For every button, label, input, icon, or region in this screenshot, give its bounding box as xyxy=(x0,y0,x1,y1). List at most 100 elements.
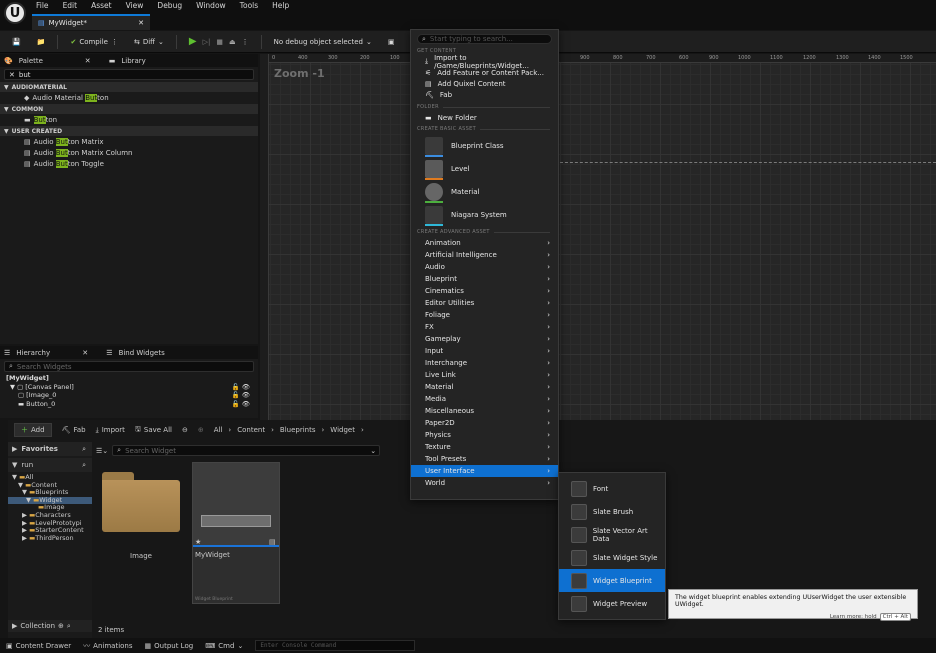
submenu-slate-brush[interactable]: Slate Brush xyxy=(559,500,665,523)
debug-browse-icon[interactable]: ▣ xyxy=(384,33,399,51)
clear-search-icon[interactable]: ✕ xyxy=(9,71,15,79)
submenu-slate-vector-art-data[interactable]: Slate Vector Art Data xyxy=(559,523,665,546)
palette-section-header[interactable]: ▼ COMMON xyxy=(0,104,258,114)
menu-file[interactable]: File xyxy=(36,1,49,10)
palette-section-header[interactable]: ▼ USER CREATED xyxy=(0,126,258,136)
filter-icon[interactable]: ☰⌄ xyxy=(96,447,108,455)
menu-help[interactable]: Help xyxy=(272,1,289,10)
step-icon[interactable]: ▷| xyxy=(203,38,211,46)
menu-miscellaneous[interactable]: Miscellaneous › xyxy=(411,405,558,417)
submenu-slate-widget-style[interactable]: Slate Widget Style xyxy=(559,546,665,569)
designer-canvas[interactable]: 0 400 300 200 100 900 800 700 600 900 10… xyxy=(260,54,936,420)
menu-search-input[interactable]: ⌕ Start typing to search... xyxy=(417,34,552,44)
breadcrumb-blueprints[interactable]: Blueprints xyxy=(280,426,316,434)
document-tab[interactable]: ▤ MyWidget* ✕ xyxy=(32,14,150,30)
menu-add-quixel[interactable]: ▤ Add Quixel Content xyxy=(411,78,558,89)
menu-niagara-system[interactable]: Niagara System xyxy=(411,203,558,226)
lock-eye-icons[interactable]: 🔓 👁 xyxy=(232,400,250,409)
save-all-button[interactable]: 🖫 Save All xyxy=(135,425,172,436)
menu-new-folder[interactable]: ▬ New Folder xyxy=(411,112,558,123)
favorite-star-icon[interactable]: ★ xyxy=(195,538,201,546)
menu-media[interactable]: Media › xyxy=(411,393,558,405)
tree-canvas-panel[interactable]: ▼ ▢ [Canvas Panel] 🔓 👁 xyxy=(6,383,258,392)
breadcrumb-content[interactable]: Content xyxy=(237,426,265,434)
add-collection-icon[interactable]: ⊕ xyxy=(58,622,64,630)
menu-material[interactable]: Material › xyxy=(411,381,558,393)
menu-audio[interactable]: Audio › xyxy=(411,261,558,273)
hierarchy-tab[interactable]: Hierarchy xyxy=(16,349,76,357)
collection-row[interactable]: ▶ Collection ⊕ ⌕ xyxy=(8,620,92,632)
menu-editor-utilities[interactable]: Editor Utilities › xyxy=(411,297,558,309)
menu-texture[interactable]: Texture › xyxy=(411,441,558,453)
debug-object-select[interactable]: No debug object selected ⌄ xyxy=(270,33,376,51)
menu-level[interactable]: Level xyxy=(411,157,558,180)
forward-icon[interactable]: ⊕ xyxy=(198,426,204,434)
menu-window[interactable]: Window xyxy=(196,1,226,10)
close-hierarchy-icon[interactable]: ✕ xyxy=(82,349,100,357)
folder-thirdperson[interactable]: ▶ ▬ThirdPerson xyxy=(8,534,92,543)
palette-tab[interactable]: Palette xyxy=(19,57,79,65)
menu-paper2d[interactable]: Paper2D › xyxy=(411,417,558,429)
menu-tool-presets[interactable]: Tool Presets › xyxy=(411,453,558,465)
tree-root[interactable]: [MyWidget] xyxy=(6,374,258,383)
add-button[interactable]: ＋ Add xyxy=(14,423,52,437)
menu-interchange[interactable]: Interchange › xyxy=(411,357,558,369)
save-icon[interactable]: 💾 xyxy=(8,33,25,51)
menu-gameplay[interactable]: Gameplay › xyxy=(411,333,558,345)
menu-artificial-intelligence[interactable]: Artificial Intelligence › xyxy=(411,249,558,261)
asset-tile-mywidget[interactable]: ★ ▤ MyWidget Widget Blueprint xyxy=(192,462,280,604)
stop-icon[interactable]: ■ xyxy=(216,38,223,46)
back-icon[interactable]: ⊖ xyxy=(182,426,188,434)
lock-eye-icons[interactable]: 🔓 👁 xyxy=(232,391,250,400)
menu-fx[interactable]: FX › xyxy=(411,321,558,333)
palette-item-audio-button-matrix-column[interactable]: ▤ Audio Button Matrix Column xyxy=(0,147,258,158)
menu-material[interactable]: Material xyxy=(411,180,558,203)
chevron-down-icon[interactable]: ⌄ xyxy=(370,447,376,455)
menu-live-link[interactable]: Live Link › xyxy=(411,369,558,381)
bind-widgets-tab[interactable]: Bind Widgets xyxy=(119,349,165,357)
menu-import[interactable]: ⤓ Import to /Game/Blueprints/Widget... xyxy=(411,54,558,70)
breadcrumb-widget[interactable]: Widget xyxy=(330,426,355,434)
menu-blueprint[interactable]: Blueprint › xyxy=(411,273,558,285)
more-icon[interactable]: ⋮ xyxy=(242,38,249,46)
asset-tile-folder[interactable]: Image xyxy=(98,464,184,604)
menu-view[interactable]: View xyxy=(126,1,144,10)
breadcrumb-all[interactable]: All xyxy=(214,426,223,434)
menu-animation[interactable]: Animation › xyxy=(411,237,558,249)
output-log-button[interactable]: ▦ Output Log xyxy=(145,642,194,650)
menu-edit[interactable]: Edit xyxy=(63,1,78,10)
browse-icon[interactable]: 📁 xyxy=(33,33,50,51)
unreal-logo-icon[interactable]: U xyxy=(4,2,26,24)
search-icon[interactable]: ⌕ xyxy=(82,445,86,454)
library-tab[interactable]: Library xyxy=(121,57,145,65)
animations-button[interactable]: 〰 Animations xyxy=(83,641,132,651)
menu-cinematics[interactable]: Cinematics › xyxy=(411,285,558,297)
menu-blueprint-class[interactable]: Blueprint Class xyxy=(411,134,558,157)
menu-world[interactable]: World › xyxy=(411,477,558,489)
submenu-widget-preview[interactable]: Widget Preview xyxy=(559,592,665,615)
menu-debug[interactable]: Debug xyxy=(157,1,182,10)
import-button[interactable]: ⤓ Import xyxy=(96,426,125,435)
palette-item-audio-button-matrix[interactable]: ▤ Audio Button Matrix xyxy=(0,136,258,147)
menu-add-feature-pack[interactable]: ⚟ Add Feature or Content Pack... xyxy=(411,67,558,78)
hierarchy-search-input[interactable]: ⌕ Search Widgets xyxy=(4,361,254,372)
favorites-header[interactable]: ▶ Favorites ⌕ xyxy=(8,442,92,456)
folder-filter-row[interactable]: ▼ run ⌕ xyxy=(8,458,92,472)
palette-item-button[interactable]: ▬ Button xyxy=(0,114,258,125)
palette-item-audio-button-toggle[interactable]: ▤ Audio Button Toggle xyxy=(0,158,258,169)
menu-asset[interactable]: Asset xyxy=(91,1,112,10)
search-icon[interactable]: ⌕ xyxy=(82,461,86,470)
content-drawer-button[interactable]: ▣ Content Drawer xyxy=(6,642,71,650)
asset-search-input[interactable]: ⌕ Search Widget ⌄ xyxy=(112,445,381,456)
lock-eye-icons[interactable]: 🔓 👁 xyxy=(232,383,250,392)
play-icon[interactable]: ▶ xyxy=(189,36,197,47)
tree-button[interactable]: ▬ Button_0 🔓 👁 xyxy=(6,400,258,409)
menu-fab[interactable]: ⛏ Fab xyxy=(411,89,558,100)
palette-section-header[interactable]: ▼ AUDIOMATERIAL xyxy=(0,82,258,92)
close-palette-icon[interactable]: ✕ xyxy=(85,57,103,65)
eject-icon[interactable]: ⏏ xyxy=(229,38,236,46)
menu-foliage[interactable]: Foliage › xyxy=(411,309,558,321)
diff-button[interactable]: ⇆ Diff ⌄ xyxy=(130,33,168,51)
submenu-widget-blueprint[interactable]: Widget Blueprint xyxy=(559,569,665,592)
submenu-font[interactable]: Font xyxy=(559,477,665,500)
